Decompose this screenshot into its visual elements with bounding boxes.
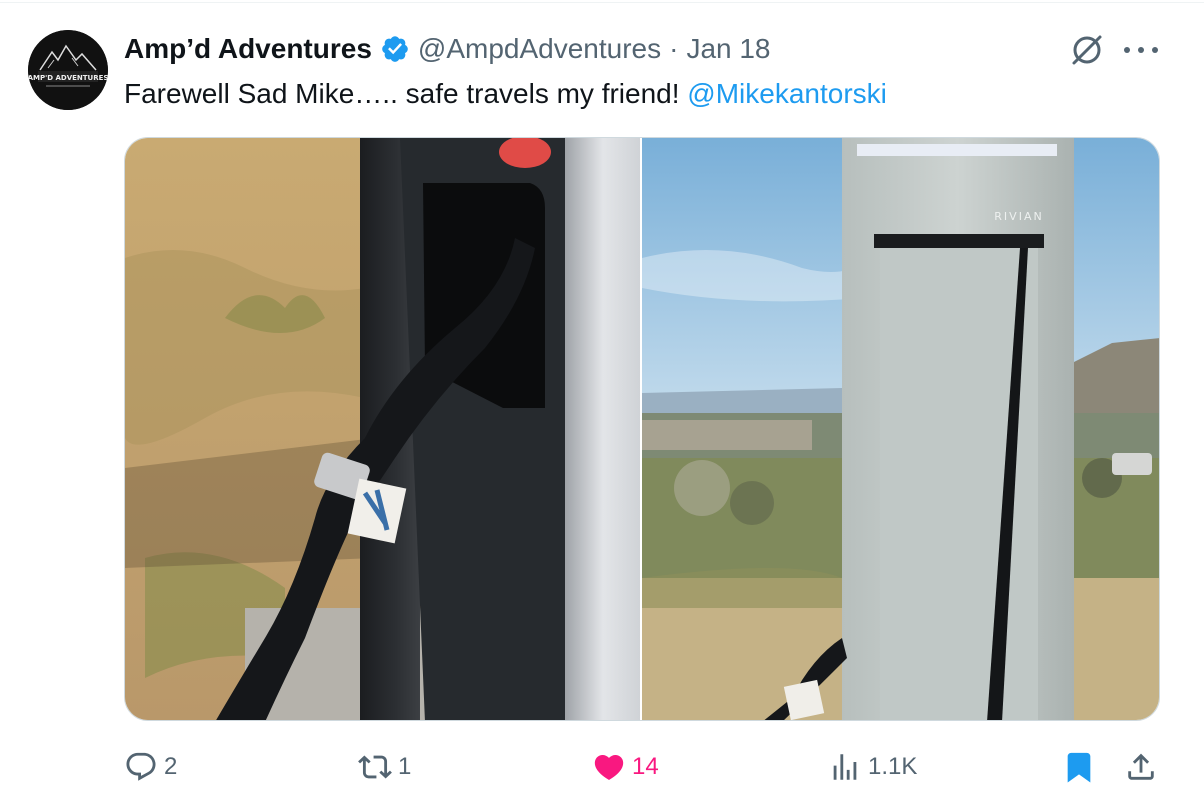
action-bar: 2 1 14 1.1K bbox=[124, 747, 1164, 787]
media-grid: RIVIAN bbox=[124, 137, 1160, 721]
heart-icon bbox=[594, 754, 624, 780]
reply-button[interactable]: 2 bbox=[124, 747, 177, 787]
repost-icon bbox=[358, 755, 392, 779]
views-button[interactable]: 1.1K bbox=[828, 747, 917, 787]
share-button[interactable] bbox=[1124, 747, 1164, 787]
photo-charger-closeup[interactable] bbox=[125, 138, 640, 720]
repost-count: 1 bbox=[398, 753, 412, 780]
svg-text:AMP'D ADVENTURES: AMP'D ADVENTURES bbox=[28, 74, 108, 82]
tweet-text: Farewell Sad Mike….. safe travels my fri… bbox=[124, 75, 887, 113]
more-dot bbox=[1124, 47, 1130, 53]
more-icon[interactable] bbox=[1124, 38, 1158, 62]
bookmark-button[interactable] bbox=[1062, 747, 1102, 787]
views-icon bbox=[833, 754, 857, 780]
verified-badge-icon bbox=[382, 36, 408, 62]
more-dot bbox=[1152, 47, 1158, 53]
tweet-body: Farewell Sad Mike….. safe travels my fri… bbox=[124, 78, 688, 109]
top-divider bbox=[0, 2, 1204, 3]
separator: · bbox=[669, 33, 679, 64]
like-count: 14 bbox=[632, 753, 659, 780]
photo-rivian-charger[interactable]: RIVIAN bbox=[642, 138, 1159, 720]
rivian-brand-text: RIVIAN bbox=[994, 210, 1043, 223]
reply-icon bbox=[126, 752, 156, 781]
repost-button[interactable]: 1 bbox=[358, 747, 411, 787]
mention-link[interactable]: @Mikekantorski bbox=[687, 78, 887, 109]
bookmark-icon bbox=[1067, 752, 1091, 783]
avatar-logo-icon: AMP'D ADVENTURES bbox=[28, 30, 108, 110]
timestamp[interactable]: Jan 18 bbox=[686, 33, 770, 65]
tweet-header: Amp’d Adventures @AmpdAdventures · Jan 1… bbox=[124, 30, 771, 68]
views-count: 1.1K bbox=[868, 753, 918, 780]
display-name[interactable]: Amp’d Adventures bbox=[124, 33, 372, 65]
share-icon bbox=[1128, 753, 1154, 780]
handle[interactable]: @AmpdAdventures bbox=[418, 33, 661, 65]
grok-icon[interactable] bbox=[1068, 31, 1106, 69]
more-dot bbox=[1138, 47, 1144, 53]
like-button[interactable]: 14 bbox=[592, 747, 659, 787]
reply-count: 2 bbox=[164, 753, 178, 780]
avatar[interactable]: AMP'D ADVENTURES bbox=[28, 30, 108, 110]
